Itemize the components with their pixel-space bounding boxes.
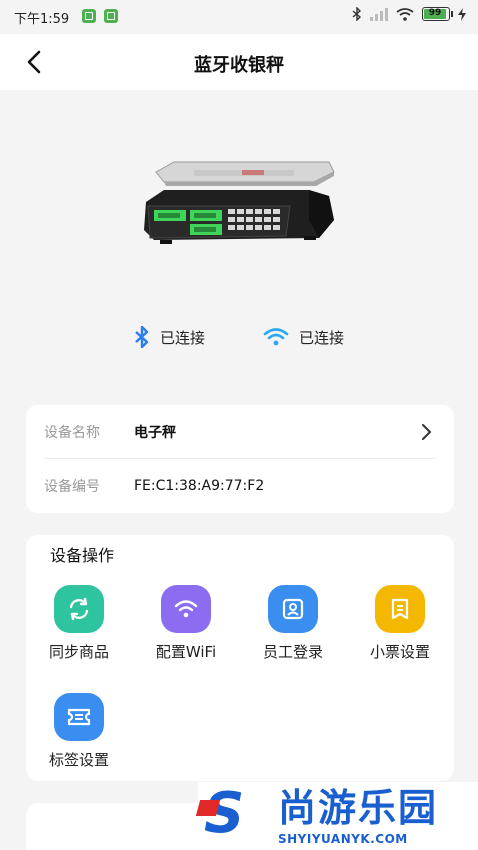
operations-title: 设备操作 <box>50 546 115 565</box>
device-id-value: FE:C1:38:A9:77:F2 <box>134 478 265 494</box>
connection-status: 已连接 已连接 <box>0 326 478 348</box>
receipt-icon <box>375 585 425 633</box>
device-name-value: 电子秤 <box>134 424 176 441</box>
status-bar: 下午1:59 99 <box>0 0 478 34</box>
bluetooth-status-text: 已连接 <box>159 328 205 347</box>
status-icons: 99 <box>352 7 466 21</box>
employee-login-label: 员工登录 <box>262 643 323 661</box>
device-info-card: 设备名称 电子秤 设备编号 FE:C1:38:A9:77:F2 <box>26 405 454 513</box>
notification-app-icon <box>104 9 118 23</box>
nav-bar: 蓝牙收银秤 <box>0 34 478 90</box>
wifi-icon <box>263 328 289 346</box>
notification-app-icon <box>82 9 96 23</box>
chevron-right-icon <box>422 424 431 440</box>
device-name-label: 设备名称 <box>44 424 100 441</box>
configure-wifi-label: 配置WiFi <box>155 643 217 661</box>
wifi-status-text: 已连接 <box>299 328 345 347</box>
electronic-price-scale <box>144 161 335 244</box>
watermark-subtitle: SHYIYUANYK.COM <box>278 832 408 846</box>
device-operations-card: 设备操作 同步商品 配置WiFi 员工登录 小票设置 标签设置 <box>26 535 454 781</box>
device-name-row[interactable]: 设备名称 电子秤 <box>44 405 436 459</box>
watermark-logo: S 尚游乐园 SHYIYUANYK.COM <box>198 782 478 850</box>
sync-icon <box>54 585 104 633</box>
wifi-status: 已连接 <box>263 326 344 348</box>
bluetooth-icon <box>352 7 362 21</box>
status-time: 下午1:59 <box>14 12 70 27</box>
receipt-settings-label: 小票设置 <box>369 643 430 661</box>
employee-login-button[interactable]: 员工登录 <box>243 585 343 662</box>
label-settings-label: 标签设置 <box>48 751 109 769</box>
sync-products-label: 同步商品 <box>48 643 109 661</box>
device-id-label: 设备编号 <box>44 479 100 495</box>
watermark-title: 尚游乐园 <box>278 786 439 830</box>
wifi-icon <box>161 585 211 633</box>
page-title: 蓝牙收银秤 <box>194 55 284 76</box>
configure-wifi-button[interactable]: 配置WiFi <box>136 585 236 662</box>
charging-icon <box>458 7 466 21</box>
watermark-brand-letter: S <box>204 781 245 846</box>
bluetooth-icon <box>135 326 149 348</box>
bluetooth-status: 已连接 <box>134 326 205 348</box>
employee-badge-icon <box>268 585 318 633</box>
device-image <box>0 130 478 290</box>
label-settings-button[interactable]: 标签设置 <box>29 693 129 770</box>
device-id-row: 设备编号 FE:C1:38:A9:77:F2 <box>44 459 436 513</box>
sync-products-button[interactable]: 同步商品 <box>29 585 129 662</box>
battery-icon: 99 <box>422 7 453 21</box>
battery-fill: 99 <box>424 9 446 19</box>
signal-icon <box>370 7 388 21</box>
label-ticket-icon <box>54 693 104 741</box>
wifi-icon <box>396 7 414 21</box>
receipt-settings-button[interactable]: 小票设置 <box>350 585 450 662</box>
